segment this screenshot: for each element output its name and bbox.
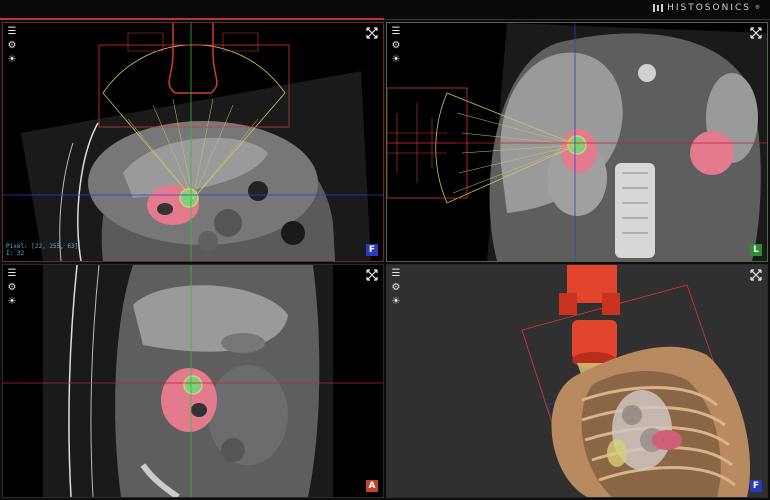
spine: [615, 163, 655, 258]
axial-scan-image: [387, 23, 767, 261]
maximize-icon[interactable]: [750, 27, 762, 39]
contralateral-kidney: [690, 131, 734, 175]
viewport-toolbar: ☰ ⚙ ☀: [7, 27, 17, 65]
gear-icon[interactable]: ⚙: [7, 283, 17, 293]
gear-icon[interactable]: ⚙: [391, 283, 401, 293]
orientation-badge[interactable]: F: [750, 480, 762, 492]
pixel-value: Pixel: [22, 255, 63]: [6, 243, 79, 250]
viewport-axial[interactable]: ☰ ⚙ ☀ L: [386, 22, 768, 262]
brand-logo: HISTOSONICS ®: [653, 3, 762, 13]
brightness-icon[interactable]: ☀: [391, 297, 401, 307]
gear-icon[interactable]: ⚙: [391, 41, 401, 51]
menu-icon[interactable]: ☰: [391, 27, 401, 37]
menu-icon[interactable]: ☰: [391, 269, 401, 279]
menu-icon[interactable]: ☰: [7, 269, 17, 279]
orientation-badge[interactable]: F: [366, 244, 378, 256]
intensity-value: I: 32: [6, 250, 25, 257]
treatment-target: [183, 375, 203, 395]
menu-icon[interactable]: ☰: [7, 27, 17, 37]
pixel-readout: Pixel: [22, 255, 63] I: 32: [6, 243, 78, 257]
treatment-target: [179, 188, 199, 208]
viewport-sagittal[interactable]: ☰ ⚙ ☀ A: [2, 264, 384, 498]
brand-registered-mark: ®: [755, 5, 762, 11]
viewport-3d[interactable]: ☰ ⚙ ☀ F: [386, 264, 768, 498]
brightness-icon[interactable]: ☀: [7, 55, 17, 65]
orientation-badge[interactable]: A: [366, 480, 378, 492]
3d-render-image: [521, 265, 751, 497]
maximize-icon[interactable]: [366, 269, 378, 281]
target-tumor: [652, 430, 682, 450]
sagittal-scan-image: [3, 265, 383, 497]
viewport-toolbar: ☰ ⚙ ☀: [391, 269, 401, 307]
logo-icon: [653, 3, 664, 13]
viewport-toolbar: ☰ ⚙ ☀: [391, 27, 401, 65]
brightness-icon[interactable]: ☀: [391, 55, 401, 65]
coronal-scan-image: [3, 23, 383, 261]
gear-icon[interactable]: ⚙: [7, 41, 17, 51]
viewport-coronal[interactable]: ☰ ⚙ ☀ Pixel: [22, 255, 63] I: 32 F: [2, 22, 384, 262]
maximize-icon[interactable]: [750, 269, 762, 281]
brand-name: HISTOSONICS: [667, 3, 751, 13]
brightness-icon[interactable]: ☀: [7, 297, 17, 307]
orientation-badge[interactable]: L: [750, 244, 762, 256]
viewport-toolbar: ☰ ⚙ ☀: [7, 269, 17, 307]
title-bar: HISTOSONICS ®: [0, 0, 770, 20]
active-view-indicator: [0, 18, 384, 20]
maximize-icon[interactable]: [366, 27, 378, 39]
